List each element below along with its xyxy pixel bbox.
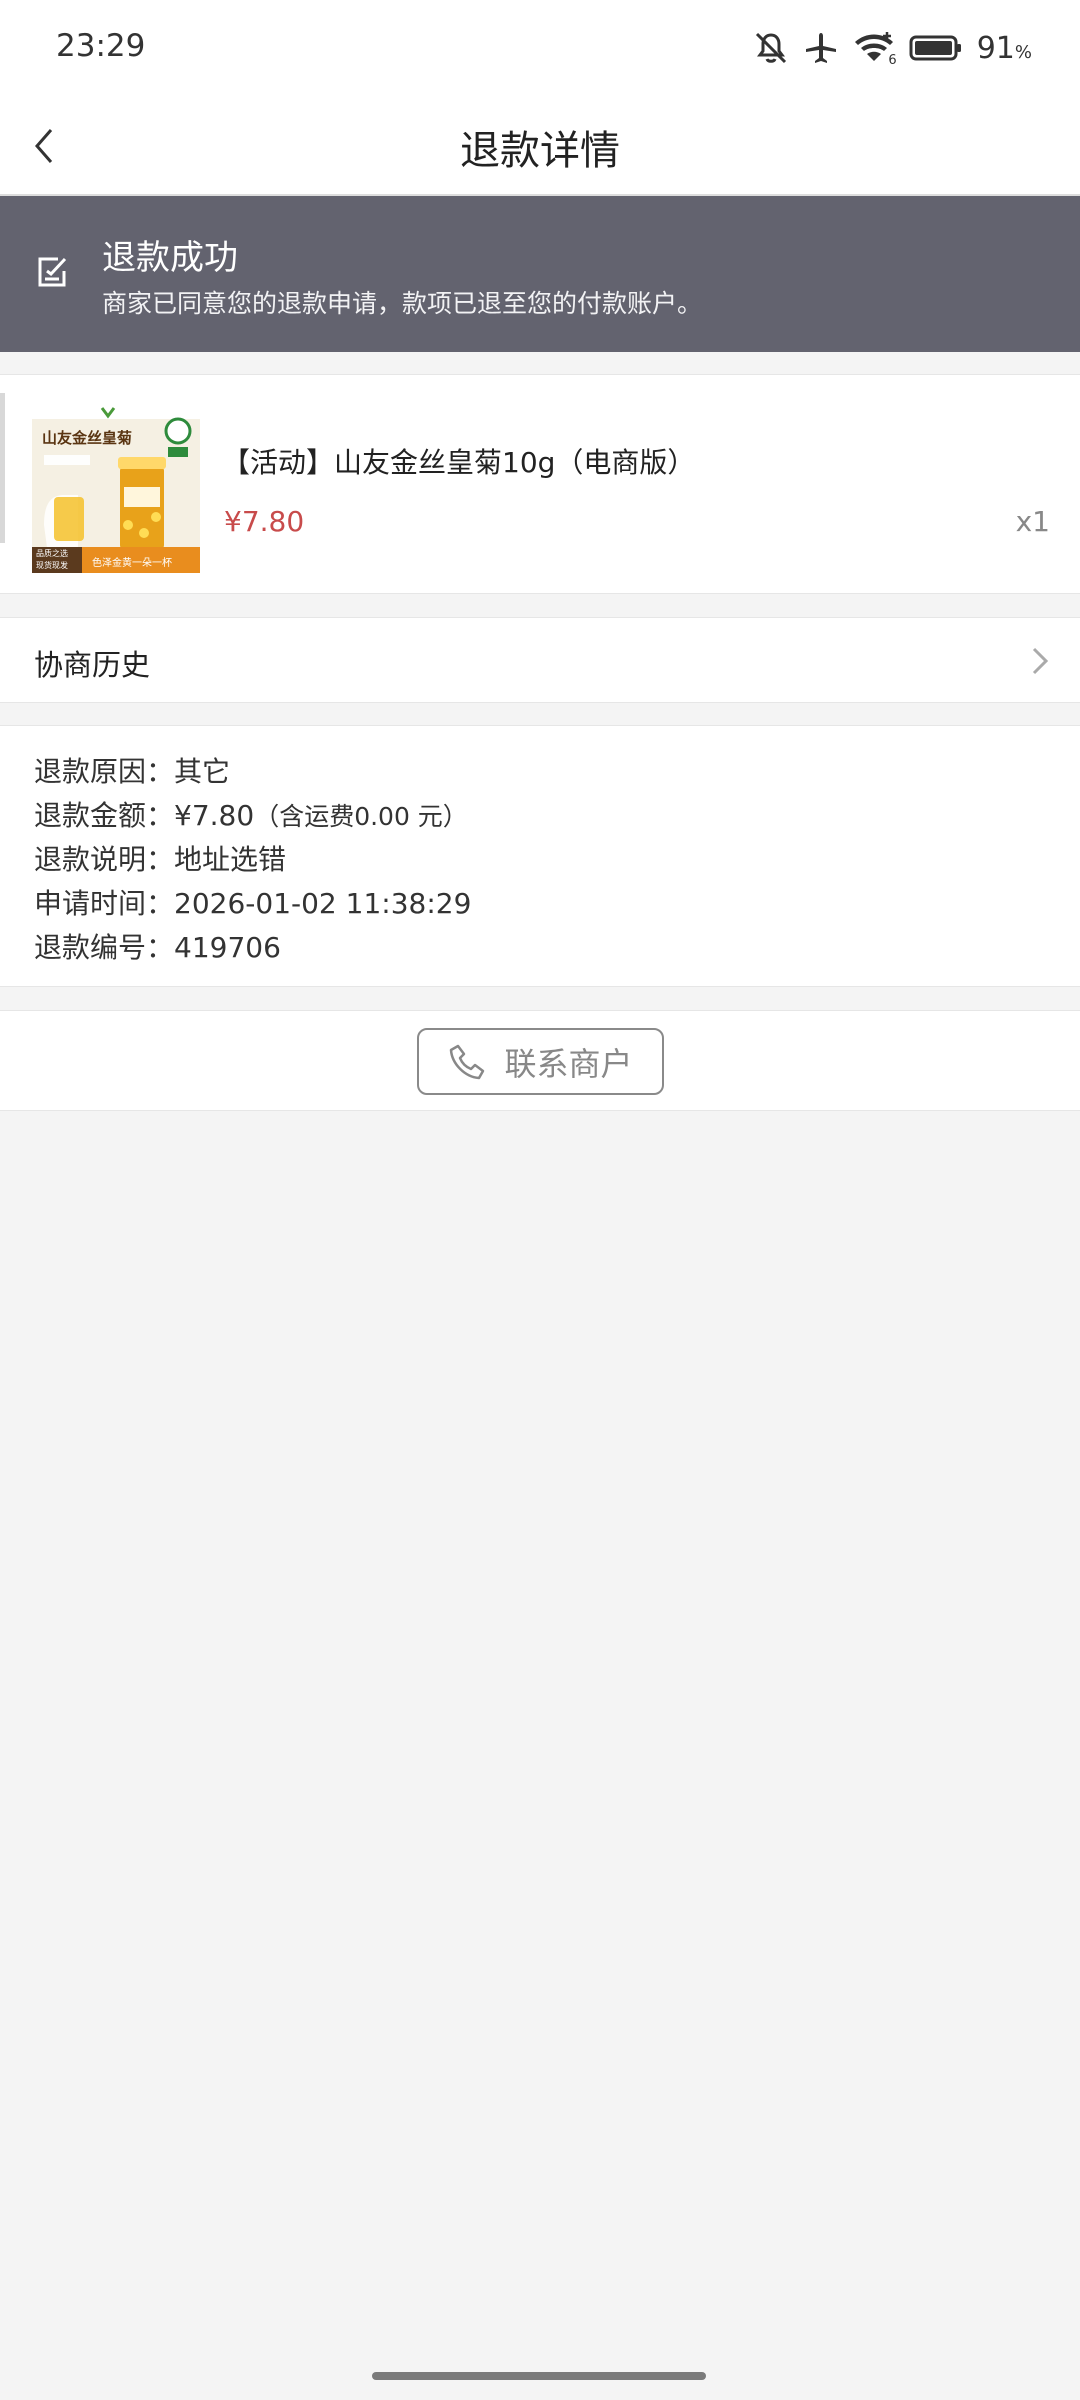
home-indicator[interactable] [372, 2372, 706, 2380]
refund-reason-label: 退款原因： [34, 755, 175, 788]
refund-id-value: 419706 [174, 931, 281, 964]
contact-merchant-label: 联系商户 [504, 1044, 633, 1083]
refund-amount-value: ¥7.80 [174, 799, 255, 832]
apply-time-line: 申请时间：2026-01-02 11:38:29 [34, 882, 471, 922]
contact-bar: 联系商户 [0, 1010, 1080, 1111]
card-accent [0, 393, 5, 543]
refund-info-card: 退款原因：其它 退款金额：¥7.80（含运费0.00 元） 退款说明：地址选错 … [0, 725, 1080, 987]
product-price: ¥7.80 [224, 505, 305, 538]
contact-merchant-button[interactable]: 联系商户 [417, 1028, 664, 1095]
history-label: 协商历史 [34, 648, 151, 682]
status-bar: 23:29 6 91% [0, 0, 1080, 96]
refund-status-banner: 退款成功 商家已同意您的退款申请，款项已退至您的付款账户。 [0, 196, 1080, 352]
refund-description-value: 地址选错 [174, 843, 287, 876]
refund-amount-label: 退款金额： [34, 799, 175, 832]
refund-amount-line: 退款金额：¥7.80（含运费0.00 元） [34, 794, 468, 834]
refund-id-line: 退款编号：419706 [34, 926, 281, 966]
battery-icon [909, 34, 963, 62]
thumb-tag-left-1: 品质之选 [36, 549, 68, 558]
battery-percent-unit: % [1014, 41, 1032, 63]
apply-time-value: 2026-01-02 11:38:29 [174, 887, 472, 920]
banner-title: 退款成功 [102, 238, 238, 278]
phone-icon [450, 1044, 485, 1079]
status-icons: 6 91% [753, 26, 1032, 70]
wifi-icon: 6 [853, 30, 897, 68]
refund-description-label: 退款说明： [34, 843, 175, 876]
mute-bell-icon [753, 30, 789, 66]
battery-percent-value: 91 [976, 30, 1015, 66]
refund-id-label: 退款编号： [34, 931, 175, 964]
thumb-tag-left-2: 现货现发 [36, 561, 68, 570]
thumb-title: 山友金丝皇菊 [42, 429, 133, 447]
negotiation-history-row[interactable]: 协商历史 [0, 617, 1080, 703]
chevron-right-icon [1032, 647, 1049, 675]
airplane-icon [803, 30, 839, 66]
thumb-tag-right: 色泽金黄一朵一杯 [92, 558, 172, 569]
refund-amount-note: （含运费0.00 元） [254, 802, 468, 831]
page-title: 退款详情 [460, 128, 620, 174]
edit-note-icon [38, 257, 67, 287]
status-time: 23:29 [56, 28, 146, 64]
product-thumbnail[interactable]: 山友金丝皇菊 品质之选 现货现发 色泽金黄一朵一杯 [32, 405, 200, 573]
wifi-badge: 6 [888, 53, 897, 68]
product-card[interactable]: 山友金丝皇菊 品质之选 现货现发 色泽金黄一朵一杯 【活动】山友金丝皇菊10g（… [0, 374, 1080, 594]
refund-reason-line: 退款原因：其它 [34, 750, 230, 790]
product-quantity: x1 [1015, 505, 1050, 538]
apply-time-label: 申请时间： [34, 887, 175, 920]
product-name: 【活动】山友金丝皇菊10g（电商版） [222, 446, 696, 479]
nav-bar: 退款详情 [0, 96, 1080, 196]
refund-description-line: 退款说明：地址选错 [34, 838, 286, 878]
refund-reason-value: 其它 [174, 755, 231, 788]
banner-subtitle: 商家已同意您的退款申请，款项已退至您的付款账户。 [102, 289, 703, 318]
battery-percentage: 91% [977, 31, 1032, 66]
